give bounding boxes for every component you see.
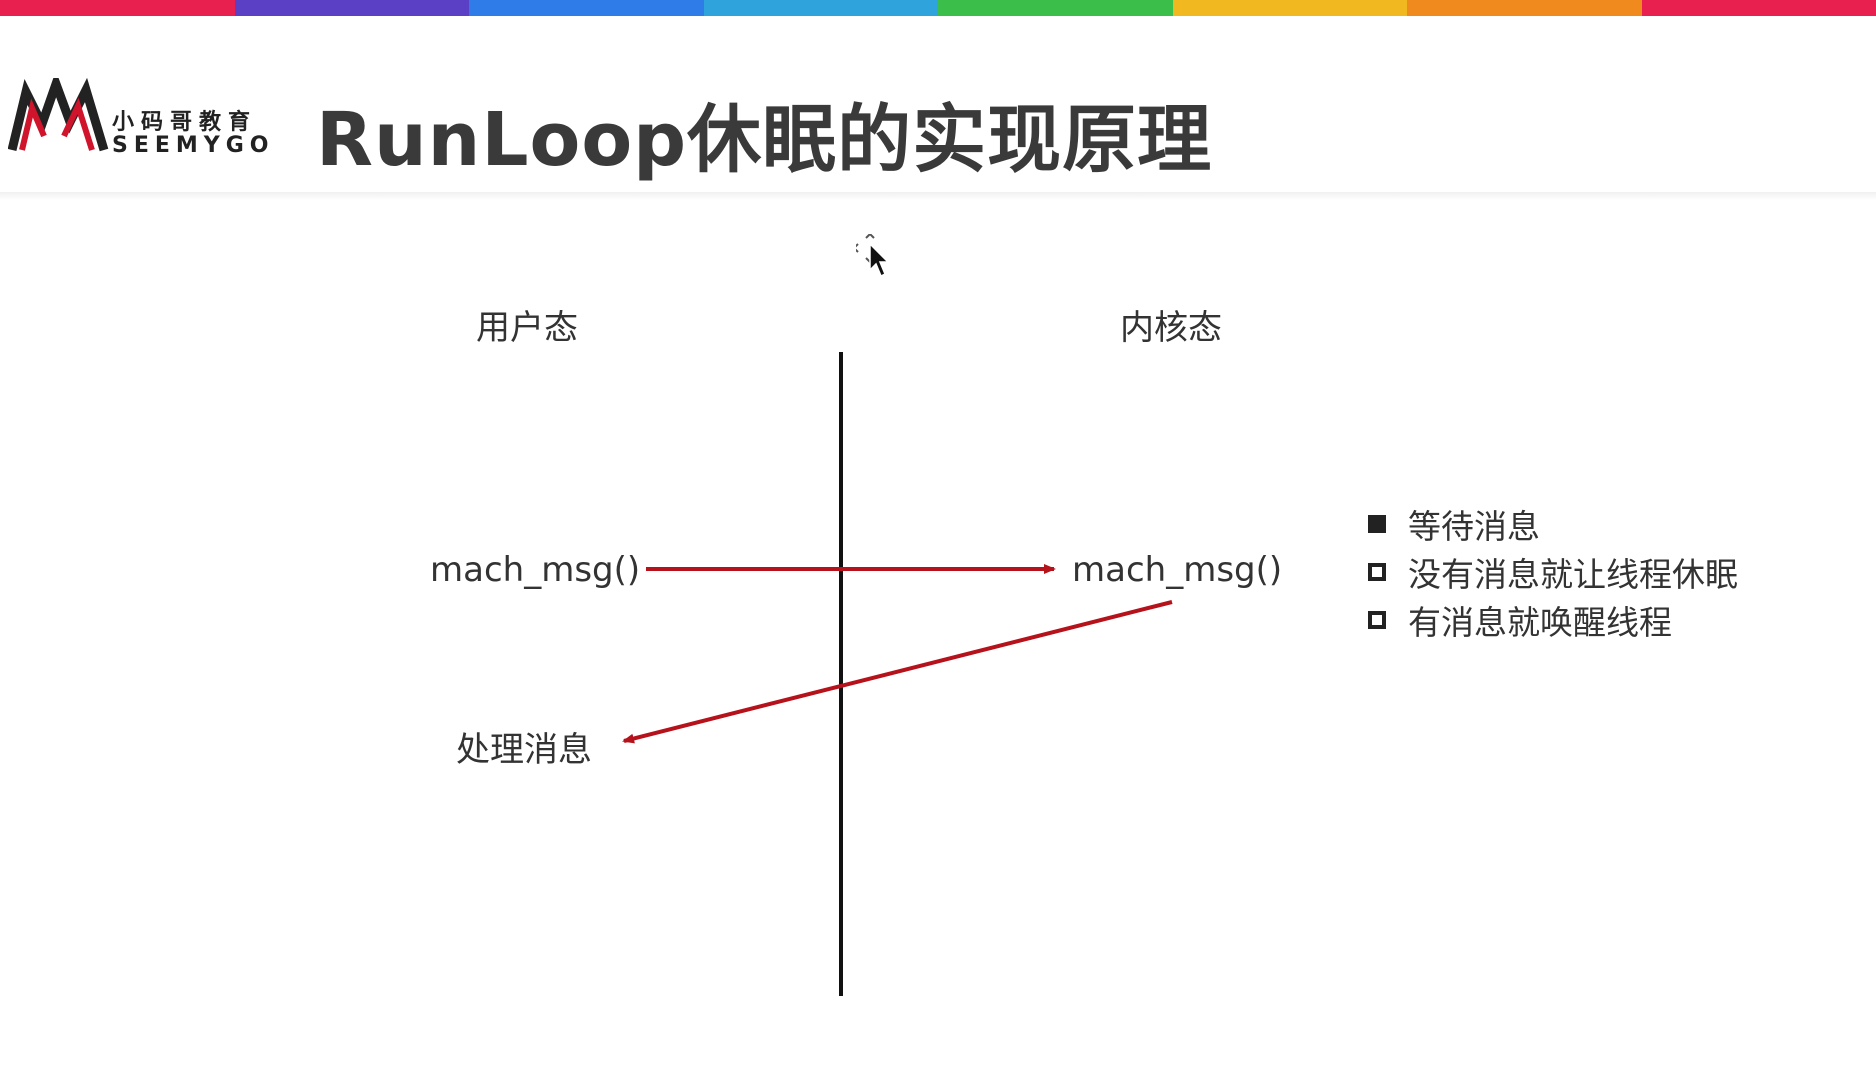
legend-item-text: 有消息就唤醒线程 <box>1408 603 1672 642</box>
legend-item-text: 等待消息 <box>1408 507 1540 546</box>
user-mode-label: 用户态 <box>476 308 578 348</box>
legend-list: 等待消息没有消息就让线程休眠 有消息就唤醒线程 <box>1368 500 1738 644</box>
move-cursor-icon <box>856 234 890 278</box>
process-message-label: 处理消息 <box>456 730 592 770</box>
filled-square-icon <box>1368 515 1386 533</box>
legend-item: 没有消息就让线程休眠 <box>1368 548 1738 596</box>
legend-item-text: 没有消息就让线程休眠 <box>1408 555 1738 594</box>
legend-item: 等待消息 <box>1368 500 1738 548</box>
mach-msg-user-label: mach_msg() <box>430 550 641 590</box>
mach-msg-kernel-label: mach_msg() <box>1072 550 1283 590</box>
kernel-mode-label: 内核态 <box>1120 308 1222 348</box>
empty-square-icon <box>1368 563 1386 581</box>
legend-item: 有消息就唤醒线程 <box>1368 596 1738 644</box>
empty-square-icon <box>1368 611 1386 629</box>
arrow-kernel-to-user <box>622 600 1173 744</box>
